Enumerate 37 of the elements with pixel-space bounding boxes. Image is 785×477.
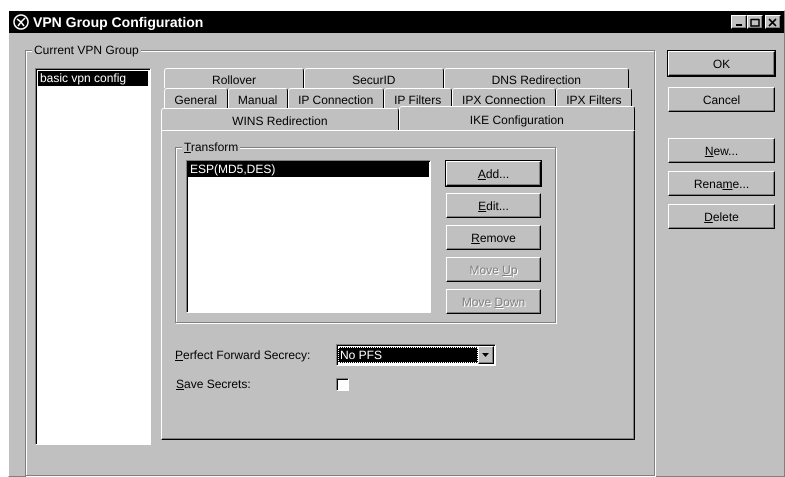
close-button[interactable]	[765, 15, 781, 29]
tab[interactable]: General	[164, 88, 228, 108]
app-icon	[12, 13, 30, 31]
group-label: Transform	[182, 140, 240, 154]
tab[interactable]: Manual	[228, 88, 288, 108]
dialog-button[interactable]: Add...	[446, 161, 541, 186]
tab[interactable]: WINS Redirection	[161, 108, 399, 130]
dialog-button[interactable]: Edit...	[446, 193, 541, 218]
dialog-button[interactable]: Cancel	[668, 87, 775, 112]
field-label: Save Secrets:	[175, 376, 252, 393]
tab[interactable]: IP Filters	[384, 88, 452, 108]
group-list[interactable]: basic vpn config	[35, 68, 151, 445]
dialog-button[interactable]: Remove	[446, 225, 541, 250]
window-title: VPN Group Configuration	[33, 12, 204, 32]
save-secrets-checkbox[interactable]	[336, 378, 349, 390]
dialog-button[interactable]: New...	[668, 138, 775, 163]
dropdown-value: No PFS	[338, 347, 478, 363]
minimize-button[interactable]	[731, 15, 747, 29]
field-label: Perfect Forward Secrecy:	[175, 347, 312, 364]
caret-icon	[482, 353, 490, 357]
group-label: Current VPN Group	[32, 43, 141, 57]
list-item[interactable]: ESP(MD5,DES)	[188, 162, 429, 177]
tab[interactable]: Rollover	[164, 68, 304, 88]
maximize-icon	[750, 18, 760, 26]
tab[interactable]: SecurID	[304, 68, 444, 88]
close-icon	[768, 18, 778, 26]
maximize-button[interactable]	[747, 15, 763, 29]
pfs-dropdown[interactable]: No PFS	[336, 344, 496, 366]
list-item[interactable]: basic vpn config	[38, 71, 148, 86]
transform-list[interactable]: ESP(MD5,DES)	[186, 160, 431, 313]
tab[interactable]: IP Connection	[288, 88, 384, 108]
tab[interactable]: IKE Configuration	[398, 106, 635, 130]
dialog-button[interactable]: OK	[668, 51, 775, 76]
minimize-icon	[736, 24, 742, 26]
dialog-button[interactable]: Rename...	[668, 171, 775, 196]
tab[interactable]: DNS Redirection	[444, 68, 629, 88]
dialog-button[interactable]: Delete	[668, 204, 775, 229]
